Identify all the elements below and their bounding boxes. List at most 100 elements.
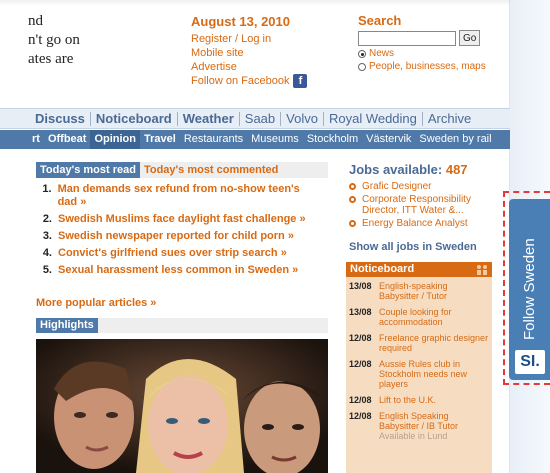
nav-archive[interactable]: Archive: [423, 111, 476, 126]
list-item[interactable]: 12/08 English Speaking Babysitter / IB T…: [349, 411, 489, 441]
notice-link[interactable]: Aussie Rules club in Stockholm needs new…: [379, 359, 489, 389]
article-link[interactable]: Convict's girlfriend sues over strip sea…: [58, 247, 287, 260]
list-item[interactable]: 12/08 Freelance graphic designer require…: [349, 333, 489, 353]
main-content: nd n't go on ates are August 13, 2010 Re…: [0, 0, 510, 473]
si-logo[interactable]: SI.: [515, 350, 545, 374]
article-link[interactable]: Swedish Muslims face daylight fast chall…: [58, 213, 306, 226]
facebook-row[interactable]: Follow on Facebook f: [191, 74, 341, 88]
list-item: 5. Sexual harassment less common in Swed…: [40, 264, 322, 277]
follow-facebook-link[interactable]: Follow on Facebook: [191, 74, 289, 88]
popular-list: 1. Man demands sex refund from no-show t…: [40, 183, 322, 281]
radio-button[interactable]: [358, 62, 366, 71]
tab-most-commented[interactable]: Today's most commented: [140, 162, 282, 178]
mobile-site-link[interactable]: Mobile site: [191, 46, 341, 60]
notice-link[interactable]: Lift to the U.K.: [379, 395, 436, 405]
all-jobs-link[interactable]: Show all jobs in Sweden: [349, 241, 477, 253]
section-offbeat[interactable]: Offbeat: [44, 130, 91, 149]
people-icon: [477, 265, 487, 275]
section-stockholm[interactable]: Stockholm: [303, 130, 362, 149]
advertise-link[interactable]: Advertise: [191, 60, 341, 74]
section-sweden-by-rail[interactable]: Sweden by rail: [415, 130, 495, 149]
noticeboard-title: Noticeboard: [350, 263, 415, 275]
page: nd n't go on ates are August 13, 2010 Re…: [0, 0, 550, 473]
nav-saab[interactable]: Saab: [240, 111, 282, 126]
notice-body: English Speaking Babysitter / IB Tutor A…: [379, 411, 489, 441]
popular-tabs: Today's most read Today's most commented: [36, 162, 328, 178]
facebook-icon[interactable]: f: [293, 74, 308, 88]
notice-date: 12/08: [349, 359, 372, 369]
header-links: August 13, 2010 Register / Log in Mobile…: [191, 14, 341, 88]
nav-volvo[interactable]: Volvo: [281, 111, 324, 126]
bullet-icon: [349, 220, 356, 227]
search-option-people[interactable]: People, businesses, maps: [358, 61, 503, 72]
search-option-label: People, businesses, maps: [369, 61, 486, 72]
teaser-line: n't go on: [28, 32, 80, 48]
article-link[interactable]: Swedish newspaper reported for child por…: [58, 230, 294, 243]
highlights-header: Highlights: [36, 318, 328, 333]
register-login-link[interactable]: Register / Log in: [191, 32, 341, 46]
job-link[interactable]: Grafic Designer: [362, 181, 431, 192]
section-restaurants[interactable]: Restaurants: [180, 130, 247, 149]
item-number: 5.: [42, 264, 52, 276]
highlights-label: Highlights: [36, 318, 98, 333]
list-item: 2. Swedish Muslims face daylight fast ch…: [40, 213, 322, 226]
list-item[interactable]: Corporate Responsibility Director, ITT W…: [349, 194, 489, 216]
notice-link[interactable]: English Speaking Babysitter / IB Tutor: [379, 411, 489, 431]
story-teaser[interactable]: nd n't go on ates are: [28, 12, 168, 69]
article-link[interactable]: Man demands sex refund from no-show teen…: [58, 183, 322, 209]
highlight-photo[interactable]: [36, 339, 328, 473]
search-title: Search: [358, 13, 402, 28]
teaser-line: ates are: [28, 51, 74, 67]
main-nav: Discuss Noticeboard Weather Saab Volvo R…: [0, 108, 510, 129]
go-button[interactable]: Go: [459, 30, 481, 46]
jobs-list: Grafic Designer Corporate Responsibility…: [349, 181, 489, 231]
list-item: 1. Man demands sex refund from no-show t…: [40, 183, 322, 209]
notice-date: 13/08: [349, 307, 372, 317]
item-number: 4.: [42, 247, 52, 259]
item-number: 3.: [42, 230, 52, 242]
list-item[interactable]: 12/08 Lift to the U.K.: [349, 395, 489, 405]
nav-royal-wedding[interactable]: Royal Wedding: [324, 111, 423, 126]
search-option-news[interactable]: News: [358, 48, 503, 59]
noticeboard-list: 13/08 English-speaking Babysitter / Tuto…: [346, 277, 492, 441]
section-travel[interactable]: Travel: [140, 130, 180, 149]
noticeboard-panel: Noticeboard 13/08 English-speaking Babys…: [346, 262, 492, 473]
follow-sweden-label[interactable]: Follow Sweden: [521, 238, 538, 340]
search-row: Go: [358, 30, 503, 46]
notice-link[interactable]: Couple looking for accommodation: [379, 307, 489, 327]
notice-link[interactable]: English-speaking Babysitter / Tutor: [379, 281, 489, 301]
search-input[interactable]: [358, 30, 456, 46]
article-link[interactable]: Sexual harassment less common in Sweden …: [58, 264, 298, 277]
list-item[interactable]: Grafic Designer: [349, 181, 489, 192]
section-vastervik[interactable]: Västervik: [362, 130, 415, 149]
tab-most-read[interactable]: Today's most read: [36, 162, 140, 178]
radio-button-selected[interactable]: [358, 49, 366, 58]
list-item[interactable]: 12/08 Aussie Rules club in Stockholm nee…: [349, 359, 489, 389]
nav-discuss[interactable]: Discuss: [30, 111, 91, 126]
top-shadow: [0, 0, 510, 6]
section-opinion[interactable]: Opinion: [90, 130, 140, 149]
teaser-line: nd: [28, 13, 43, 29]
jobs-count: 487: [445, 162, 468, 177]
section-museums[interactable]: Museums: [247, 130, 303, 149]
nav-weather[interactable]: Weather: [178, 111, 240, 126]
notice-date: 12/08: [349, 395, 372, 405]
bullet-icon: [349, 196, 356, 203]
section-nav: rt Offbeat Opinion Travel Restaurants Mu…: [0, 130, 510, 149]
notice-date: 12/08: [349, 333, 372, 343]
job-link[interactable]: Corporate Responsibility Director, ITT W…: [362, 194, 489, 216]
notice-link[interactable]: Freelance graphic designer required: [379, 333, 489, 353]
current-date: August 13, 2010: [191, 14, 290, 29]
list-item[interactable]: 13/08 Couple looking for accommodation: [349, 307, 489, 327]
list-item[interactable]: Energy Balance Analyst: [349, 218, 489, 229]
section-sport[interactable]: rt: [28, 130, 44, 149]
noticeboard-header[interactable]: Noticeboard: [346, 262, 492, 277]
notice-subtext: Available in Lund: [379, 431, 448, 441]
more-popular-link[interactable]: More popular articles »: [36, 297, 156, 309]
search-panel: Search Go News People, businesses, maps: [358, 13, 503, 72]
jobs-title-label: Jobs available:: [349, 162, 443, 177]
list-item: 3. Swedish newspaper reported for child …: [40, 230, 322, 243]
job-link[interactable]: Energy Balance Analyst: [362, 218, 468, 229]
nav-noticeboard[interactable]: Noticeboard: [91, 111, 178, 126]
list-item[interactable]: 13/08 English-speaking Babysitter / Tuto…: [349, 281, 489, 301]
